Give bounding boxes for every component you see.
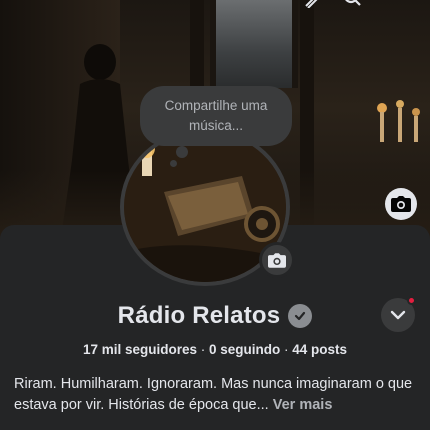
profile-name: Rádio Relatos bbox=[117, 302, 281, 329]
see-more-link[interactable]: Ver mais bbox=[273, 397, 333, 413]
followers-count[interactable]: 17 mil seguidores bbox=[83, 342, 197, 357]
profile-stats: 17 mil seguidores · 0 seguindo · 44 post… bbox=[0, 342, 430, 357]
profile-bio-text: Riram. Humilharam. Ignoraram. Mas nunca … bbox=[14, 376, 413, 413]
bubble-tail-dot bbox=[170, 160, 177, 167]
check-icon bbox=[295, 311, 306, 321]
stats-separator: · bbox=[197, 342, 209, 357]
cover-candles bbox=[377, 100, 420, 142]
edit-icon[interactable] bbox=[302, 0, 322, 8]
camera-icon bbox=[391, 196, 411, 212]
search-icon[interactable] bbox=[342, 0, 362, 8]
notification-dot bbox=[407, 296, 416, 305]
avatar-camera-button[interactable] bbox=[259, 242, 295, 278]
share-music-prompt[interactable]: Compartilhe uma música... bbox=[140, 86, 292, 146]
verified-badge-icon[interactable] bbox=[288, 304, 313, 328]
cover-window bbox=[210, 0, 298, 88]
chevron-down-icon bbox=[390, 310, 406, 320]
cover-camera-button[interactable] bbox=[385, 188, 417, 220]
stats-separator: · bbox=[280, 342, 293, 357]
share-music-prompt-text: Compartilhe uma música... bbox=[164, 98, 268, 133]
following-count[interactable]: 0 seguindo bbox=[209, 342, 280, 357]
bubble-tail-dot bbox=[176, 146, 188, 158]
profile-bio: Riram. Humilharam. Ignoraram. Mas nunca … bbox=[14, 374, 419, 416]
profile-name-row: Rádio Relatos bbox=[0, 300, 430, 332]
camera-icon bbox=[268, 252, 286, 268]
posts-count[interactable]: 44 posts bbox=[292, 342, 347, 357]
